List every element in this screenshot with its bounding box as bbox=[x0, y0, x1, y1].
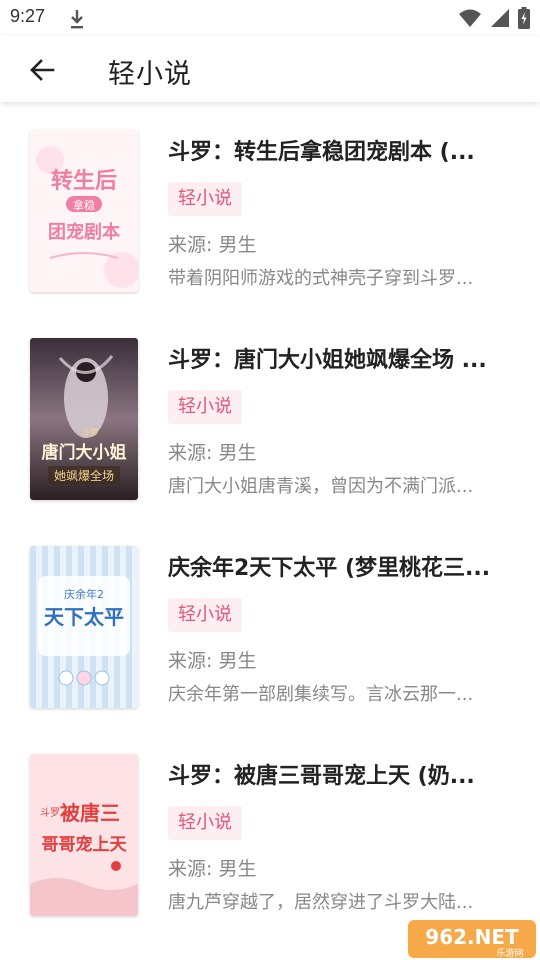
arrow-left-icon bbox=[30, 59, 55, 81]
book-description: 唐九芦穿越了，居然穿进了斗罗大陆... bbox=[168, 892, 474, 913]
svg-text:哥哥宠上天: 哥哥宠上天 bbox=[42, 834, 128, 855]
signal-icon bbox=[491, 9, 509, 27]
book-cover: 转生后 拿稳 团宠剧本 bbox=[30, 130, 138, 292]
book-description: 庆余年第一部剧集续写。言冰云那一... bbox=[168, 684, 474, 705]
svg-text:庆余年2: 庆余年2 bbox=[64, 587, 104, 601]
watermark-logo: 962.NET 乐游网 bbox=[400, 912, 540, 960]
category-tag: 轻小说 bbox=[168, 598, 242, 632]
page-title: 轻小说 bbox=[108, 59, 192, 90]
category-tag: 轻小说 bbox=[168, 806, 242, 840]
status-time: 9:27 bbox=[10, 6, 46, 26]
book-cover-image: 斗罗 唐门大小姐 她飒爆全场 bbox=[30, 338, 138, 500]
book-source: 来源: 男生 bbox=[168, 234, 257, 256]
svg-text:斗罗: 斗罗 bbox=[81, 428, 99, 439]
svg-text:962.NET: 962.NET bbox=[425, 925, 519, 949]
back-button[interactable] bbox=[22, 50, 62, 90]
book-cover: 斗罗 唐门大小姐 她飒爆全场 bbox=[30, 338, 138, 500]
book-item[interactable]: 斗罗 唐门大小姐 她飒爆全场 斗罗：唐门大小姐她飒爆全场 ... 轻小说 来源:… bbox=[0, 310, 540, 518]
book-source: 来源: 男生 bbox=[168, 650, 257, 672]
book-cover: 庆余年2 天下太平 bbox=[30, 546, 138, 708]
status-bar: 9:27 bbox=[0, 0, 540, 36]
download-icon bbox=[71, 10, 83, 29]
svg-text:拿稳: 拿稳 bbox=[73, 198, 95, 212]
book-cover-image: 斗罗 被唐三 哥哥宠上天 bbox=[30, 754, 138, 916]
book-cover-image: 转生后 拿稳 团宠剧本 bbox=[30, 130, 138, 292]
book-description: 唐门大小姐唐青溪，曾因为不满门派... bbox=[168, 476, 474, 497]
book-title: 斗罗：被唐三哥哥宠上天 (奶... bbox=[168, 764, 475, 789]
battery-icon bbox=[518, 7, 530, 29]
svg-text:转生后: 转生后 bbox=[51, 168, 117, 194]
book-source: 来源: 男生 bbox=[168, 442, 257, 464]
book-title: 斗罗：转生后拿稳团宠剧本 (... bbox=[168, 140, 475, 165]
wifi-icon bbox=[459, 9, 481, 27]
svg-text:被唐三: 被唐三 bbox=[60, 801, 120, 825]
svg-text:团宠剧本: 团宠剧本 bbox=[48, 221, 120, 243]
book-item[interactable]: 庆余年2 天下太平 庆余年2天下太平 (梦里桃花三... 轻小说 来源: 男生 … bbox=[0, 518, 540, 726]
book-item[interactable]: 转生后 拿稳 团宠剧本 斗罗：转生后拿稳团宠剧本 (... 轻小说 来源: 男生… bbox=[0, 102, 540, 310]
category-tag: 轻小说 bbox=[168, 182, 242, 216]
svg-text:乐游网: 乐游网 bbox=[496, 947, 523, 959]
book-source: 来源: 男生 bbox=[168, 858, 257, 880]
status-icons bbox=[458, 7, 530, 29]
category-tag: 轻小说 bbox=[168, 390, 242, 424]
svg-text:唐门大小姐: 唐门大小姐 bbox=[42, 442, 127, 463]
svg-text:她飒爆全场: 她飒爆全场 bbox=[54, 468, 114, 483]
book-cover-image: 庆余年2 天下太平 bbox=[30, 546, 138, 708]
book-item[interactable]: 斗罗 被唐三 哥哥宠上天 斗罗：被唐三哥哥宠上天 (奶... 轻小说 来源: 男… bbox=[0, 726, 540, 934]
book-title: 斗罗：唐门大小姐她飒爆全场 ... bbox=[168, 348, 487, 373]
book-description: 带着阴阳师游戏的式神壳子穿到斗罗... bbox=[168, 268, 474, 289]
svg-text:斗罗: 斗罗 bbox=[40, 807, 60, 819]
book-cover: 斗罗 被唐三 哥哥宠上天 bbox=[30, 754, 138, 916]
app-bar: 轻小说 bbox=[0, 36, 540, 102]
svg-text:天下太平: 天下太平 bbox=[44, 605, 124, 629]
book-title: 庆余年2天下太平 (梦里桃花三... bbox=[168, 556, 491, 581]
